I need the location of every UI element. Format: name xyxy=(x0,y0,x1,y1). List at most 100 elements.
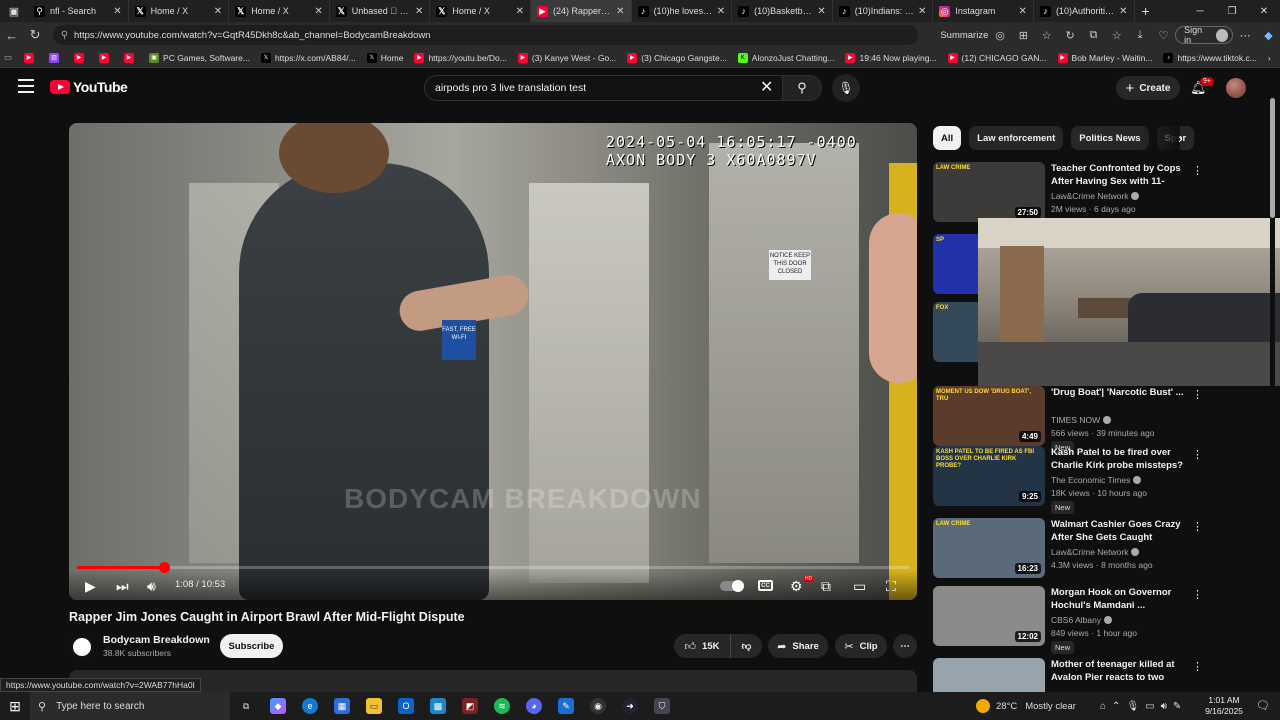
security-app-icon[interactable]: ⛉ xyxy=(646,692,678,720)
video-thumbnail[interactable]: MOMENT US DOW 'DRUG BOAT', TRU 4:49 xyxy=(933,386,1045,446)
close-window-button[interactable]: ✕ xyxy=(1248,0,1280,22)
channel-name[interactable]: Bodycam Breakdown xyxy=(103,634,210,646)
floating-video-overlay[interactable] xyxy=(978,218,1280,386)
browser-tab[interactable]: ▶ (24) Rapper Jim ✕ xyxy=(530,0,632,22)
browser-tab[interactable]: ♪ (10)he loves her ✕ xyxy=(632,0,733,22)
close-tab-icon[interactable]: ✕ xyxy=(113,6,121,17)
video-thumbnail[interactable] xyxy=(933,658,1045,692)
bookmark-item[interactable]: ▶ Bob Marley - Waitin... xyxy=(1057,52,1152,63)
filter-chip[interactable]: Politics News xyxy=(1071,126,1149,150)
task-view-icon[interactable]: ⧉ xyxy=(230,692,262,720)
favorite-star-icon[interactable]: ☆ xyxy=(1035,22,1058,48)
video-menu-icon[interactable]: ⋮ xyxy=(1192,588,1203,601)
refresh-extension-icon[interactable]: ↻ xyxy=(1058,22,1081,48)
account-avatar[interactable] xyxy=(1226,78,1246,98)
page-scrollbar[interactable] xyxy=(1270,88,1275,688)
video-menu-icon[interactable]: ⋮ xyxy=(1192,448,1203,461)
bookmark-item[interactable]: ▶ https://youtu.be/Do... xyxy=(414,52,507,63)
filter-chip[interactable]: All xyxy=(933,126,962,150)
spotify-icon[interactable]: ≋ xyxy=(486,692,518,720)
bookmark-item[interactable]: ▶ xyxy=(74,52,88,63)
discord-icon[interactable]: ◕ xyxy=(518,692,550,720)
browser-tab[interactable]: ◎ Instagram ✕ xyxy=(933,0,1034,22)
collections-icon[interactable]: ♡ xyxy=(1152,22,1175,48)
video-title[interactable]: Teacher Confronted by Cops After Having … xyxy=(1051,162,1189,188)
summarize-button[interactable]: Summarize xyxy=(940,30,988,41)
volume-tray-icon[interactable]: 🔊︎ xyxy=(1161,701,1167,712)
bookmark-menu-icon[interactable]: ▭ xyxy=(4,52,12,63)
filter-chip[interactable]: Law enforcement xyxy=(969,126,1064,150)
video-channel[interactable]: CBS6 Albany xyxy=(1051,615,1113,625)
video-thumbnail[interactable]: 12:02 xyxy=(933,586,1045,646)
extensions-icon[interactable]: ⧉ xyxy=(1082,22,1105,48)
outlook-icon[interactable]: O xyxy=(390,692,422,720)
video-player[interactable]: NOTICE KEEP THIS DOOR CLOSED FAST, FREE … xyxy=(69,123,917,600)
copilot-summarize-icon[interactable]: ◎ xyxy=(988,22,1011,48)
volume-icon[interactable]: 🔊︎ xyxy=(147,578,156,595)
autoplay-toggle[interactable] xyxy=(720,580,744,592)
video-menu-icon[interactable]: ⋮ xyxy=(1192,520,1203,533)
sign-in-button[interactable]: Sign in xyxy=(1175,25,1234,45)
vpn-app-icon[interactable]: ➜ xyxy=(614,692,646,720)
recommended-video[interactable]: MOMENT US DOW 'DRUG BOAT', TRU 4:49 'Drug … xyxy=(933,386,1273,454)
share-button[interactable]: ➦ Share xyxy=(768,634,828,658)
recommended-video[interactable]: Mother of teenager killed at Avalon Pier… xyxy=(933,658,1273,692)
miniplayer-icon[interactable]: ⧉ xyxy=(821,578,831,595)
refresh-button[interactable]: ↻ xyxy=(23,22,46,48)
bookmark-item[interactable]: 𝕏https://x.com/AB84/... xyxy=(260,52,356,63)
close-tab-icon[interactable]: ✕ xyxy=(817,6,825,17)
bookmarks-overflow-icon[interactable]: › xyxy=(1268,53,1271,63)
video-title[interactable]: Morgan Hook on Governor Hochul's Mamdani… xyxy=(1051,586,1189,612)
media-app-icon[interactable]: ◉ xyxy=(582,692,614,720)
video-title[interactable]: Kash Patel to be fired over Charlie Kirk… xyxy=(1051,446,1189,472)
youtube-logo[interactable]: YouTube xyxy=(50,79,128,95)
bookmark-item[interactable]: ▶ (3) Chicago Gangste... xyxy=(627,52,727,63)
bookmark-item[interactable]: ▶ xyxy=(24,52,38,63)
close-tab-icon[interactable]: ✕ xyxy=(516,6,524,17)
more-actions-button[interactable]: ⋯ xyxy=(893,634,917,658)
video-menu-icon[interactable]: ⋮ xyxy=(1192,164,1203,177)
close-tab-icon[interactable]: ✕ xyxy=(616,6,624,17)
bookmark-item[interactable]: ▶ 19:46 Now playing... xyxy=(845,52,937,63)
tray-expand-icon[interactable]: ⌃ xyxy=(1112,701,1120,712)
next-video-icon[interactable]: ⏭ xyxy=(116,578,129,595)
browser-tab[interactable]: 𝕏 Home / X ✕ xyxy=(229,0,330,22)
site-info-icon[interactable]: ⚲ xyxy=(61,30,68,41)
create-button[interactable]: + Create xyxy=(1116,76,1180,100)
play-icon[interactable]: ▶ xyxy=(85,578,96,595)
clip-button[interactable]: ✂ Clip xyxy=(835,634,887,658)
bookmark-item[interactable]: ▣ PC Games, Software... xyxy=(149,52,250,63)
close-tab-icon[interactable]: ✕ xyxy=(1019,6,1027,17)
video-menu-icon[interactable]: ⋮ xyxy=(1192,388,1203,401)
copilot-icon[interactable]: ◆ xyxy=(1257,22,1280,48)
bookmark-item[interactable]: ▶ xyxy=(124,52,138,63)
video-thumbnail[interactable]: LAW CRIME 27:50 xyxy=(933,162,1045,222)
voice-search-button[interactable]: 🎙 xyxy=(832,74,860,102)
close-tab-icon[interactable]: ✕ xyxy=(214,6,222,17)
network-icon[interactable]: ▭ xyxy=(1145,701,1154,712)
pen-icon[interactable]: ✎ xyxy=(1173,701,1181,712)
chips-next-arrow-icon[interactable]: › xyxy=(1178,130,1183,146)
fullscreen-icon[interactable]: ⛶ xyxy=(886,578,896,595)
weather-widget[interactable]: 28°C Mostly clear xyxy=(976,692,1076,720)
more-menu-icon[interactable]: ⋯ xyxy=(1233,22,1256,48)
settings-gear-icon[interactable]: ⚙ xyxy=(790,578,803,595)
system-clock[interactable]: 1:01 AM 9/16/2025 xyxy=(1200,695,1248,717)
new-tab-button[interactable]: + xyxy=(1135,0,1157,22)
video-title[interactable]: 'Drug Boat'| 'Narcotic Bust' ... xyxy=(1051,386,1189,399)
browser-tab[interactable]: 𝕏 Home / X ✕ xyxy=(430,0,531,22)
video-thumbnail[interactable]: LAW CRIME 16:23 xyxy=(933,518,1045,578)
video-channel[interactable]: TIMES NOW xyxy=(1051,415,1112,425)
back-button[interactable]: ← xyxy=(0,22,23,48)
url-input[interactable]: ⚲ https://www.youtube.com/watch?v=GqtR45… xyxy=(52,25,919,45)
clear-search-icon[interactable]: ✕ xyxy=(760,77,773,97)
bookmark-item[interactable]: ▶ (3) Kanye West - Go... xyxy=(517,52,616,63)
photo-app-icon[interactable]: ◩ xyxy=(454,692,486,720)
subscribe-button[interactable]: Subscribe xyxy=(220,634,283,658)
close-tab-icon[interactable]: ✕ xyxy=(717,6,725,17)
mic-tray-icon[interactable]: 🎙 xyxy=(1126,701,1139,712)
bookmark-item[interactable]: ▶ xyxy=(99,52,113,63)
video-title[interactable]: Walmart Cashier Goes Crazy After She Get… xyxy=(1051,518,1189,544)
downloads-icon[interactable]: ⤓ xyxy=(1128,22,1151,48)
video-channel[interactable]: The Economic Times xyxy=(1051,475,1142,485)
